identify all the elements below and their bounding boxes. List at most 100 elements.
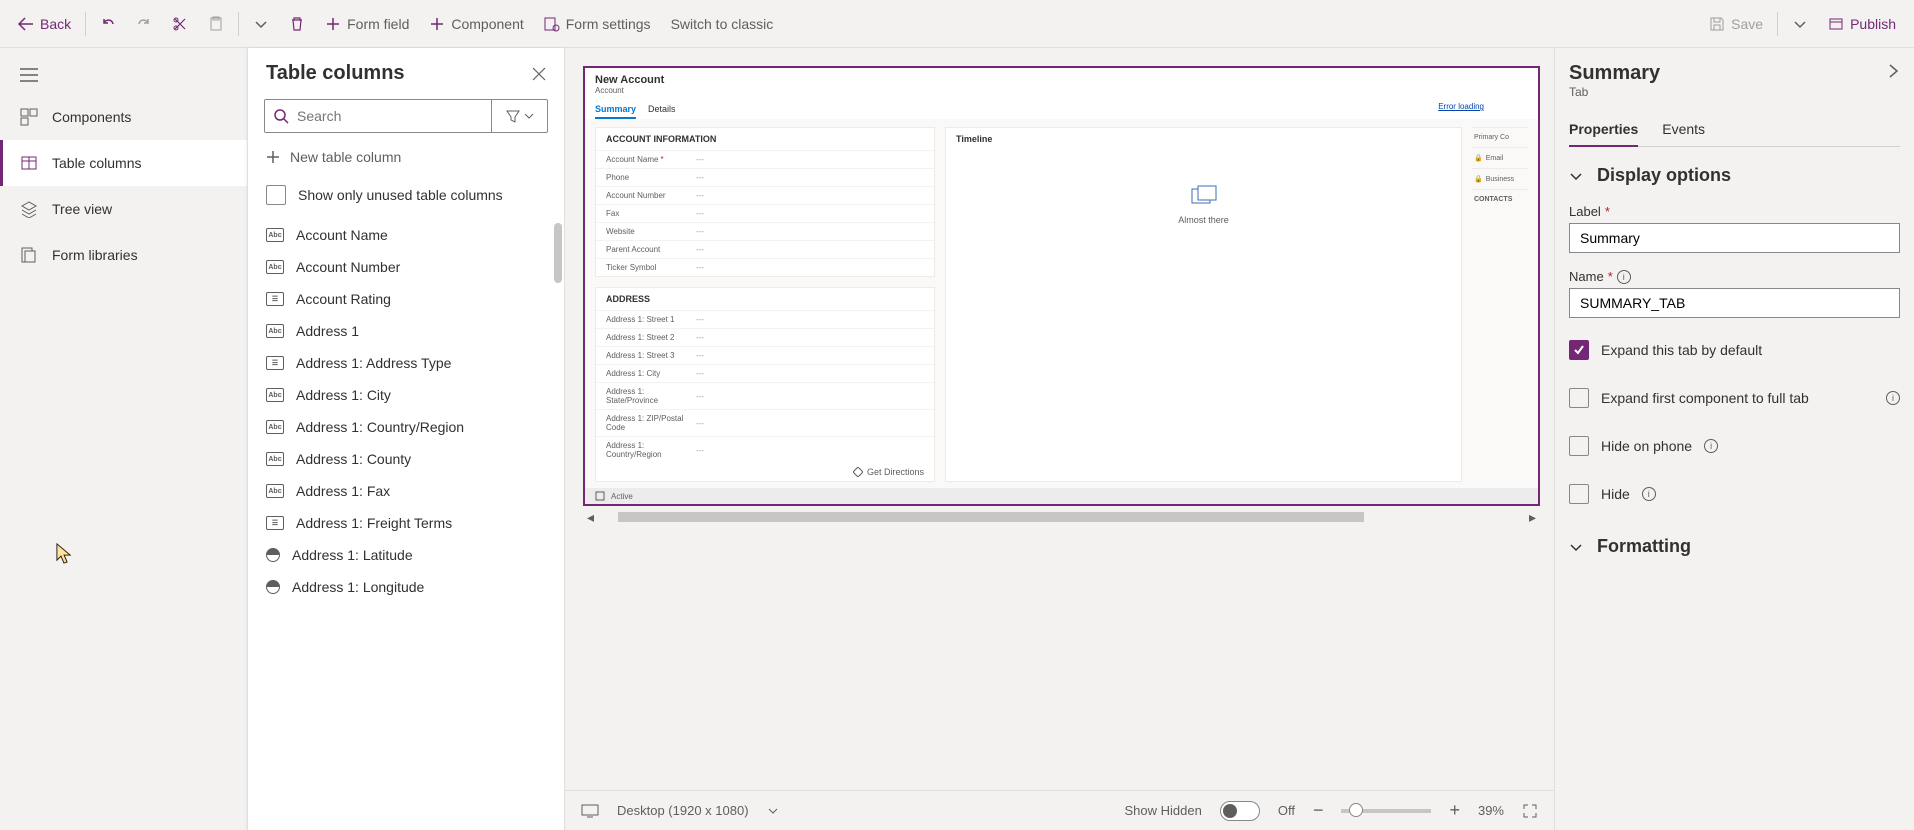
show-unused-checkbox-row[interactable]: Show only unused table columns xyxy=(248,175,564,219)
show-hidden-toggle[interactable] xyxy=(1220,801,1260,821)
mini-row: Primary Co xyxy=(1472,127,1528,147)
checkbox[interactable] xyxy=(1569,436,1589,456)
save-chevron-button[interactable] xyxy=(1782,10,1818,38)
section-address[interactable]: ADDRESS Address 1: Street 1--- Address 1… xyxy=(595,287,935,482)
section-title: ADDRESS xyxy=(596,288,934,310)
expand-default-check[interactable]: Expand this tab by default xyxy=(1569,340,1900,360)
switch-classic-button[interactable]: Switch to classic xyxy=(661,10,784,38)
column-item[interactable]: AbcAddress 1 xyxy=(248,315,564,347)
props-tab-properties[interactable]: Properties xyxy=(1569,113,1638,147)
info-icon[interactable]: i xyxy=(1642,487,1656,501)
zoom-slider[interactable] xyxy=(1341,809,1431,813)
add-form-field-button[interactable]: Form field xyxy=(315,10,419,38)
nav-form-libraries[interactable]: Form libraries xyxy=(0,232,247,278)
expand-first-check[interactable]: Expand first component to full tab i xyxy=(1569,388,1900,408)
field-row[interactable]: Parent Account--- xyxy=(596,240,934,258)
field-row[interactable]: Fax--- xyxy=(596,204,934,222)
checkbox[interactable] xyxy=(1569,484,1589,504)
error-loading-link[interactable]: Error loading xyxy=(1438,102,1484,111)
field-row[interactable]: Account Name*--- xyxy=(596,150,934,168)
add-component-button[interactable]: Component xyxy=(419,10,533,38)
search-input-wrapper[interactable] xyxy=(264,99,492,133)
info-icon[interactable]: i xyxy=(1886,391,1900,405)
form-tab-summary[interactable]: Summary xyxy=(595,101,636,119)
horizontal-scrollbar[interactable]: ◂ ▸ xyxy=(583,510,1540,524)
column-item[interactable]: Address 1: Latitude xyxy=(248,539,564,571)
redo-icon xyxy=(136,16,152,32)
chevron-right-icon[interactable] xyxy=(1886,62,1900,80)
chevron-down-button[interactable] xyxy=(243,10,279,38)
column-item[interactable]: AbcAddress 1: Fax xyxy=(248,475,564,507)
paste-button[interactable] xyxy=(198,10,234,38)
column-list[interactable]: AbcAccount Name AbcAccount Number ☰Accou… xyxy=(248,219,564,830)
publish-button[interactable]: Publish xyxy=(1818,10,1906,38)
get-directions-link[interactable]: Get Directions xyxy=(596,463,934,481)
section-timeline[interactable]: Timeline Almost there xyxy=(945,127,1462,482)
field-row[interactable]: Website--- xyxy=(596,222,934,240)
hamburger-button[interactable] xyxy=(0,56,247,94)
field-row[interactable]: Account Number--- xyxy=(596,186,934,204)
trash-icon xyxy=(289,16,305,32)
scrollbar-thumb[interactable] xyxy=(554,223,562,283)
name-input[interactable] xyxy=(1569,288,1900,318)
undo-button[interactable] xyxy=(90,10,126,38)
column-item[interactable]: ☰Address 1: Freight Terms xyxy=(248,507,564,539)
zoom-in-button[interactable]: + xyxy=(1449,800,1460,821)
column-item[interactable]: AbcAddress 1: Country/Region xyxy=(248,411,564,443)
hide-phone-label: Hide on phone xyxy=(1601,438,1692,454)
field-row[interactable]: Address 1: Country/Region--- xyxy=(596,436,934,463)
checkbox-checked[interactable] xyxy=(1569,340,1589,360)
back-button[interactable]: Back xyxy=(8,10,81,38)
field-row[interactable]: Phone--- xyxy=(596,168,934,186)
scrollbar-thumb[interactable] xyxy=(618,512,1364,522)
new-table-column-button[interactable]: New table column xyxy=(248,139,564,175)
filter-button[interactable] xyxy=(492,99,548,133)
hide-check[interactable]: Hide i xyxy=(1569,484,1900,504)
field-row[interactable]: Address 1: State/Province--- xyxy=(596,382,934,409)
close-icon[interactable] xyxy=(532,67,546,81)
form-tab-details[interactable]: Details xyxy=(648,101,676,119)
display-options-toggle[interactable]: Display options xyxy=(1569,147,1900,196)
status-label: Active xyxy=(611,492,633,501)
label-input[interactable] xyxy=(1569,223,1900,253)
field-row[interactable]: Address 1: Street 1--- xyxy=(596,310,934,328)
field-row[interactable]: Address 1: ZIP/Postal Code--- xyxy=(596,409,934,436)
hide-phone-check[interactable]: Hide on phone i xyxy=(1569,436,1900,456)
column-item[interactable]: ☰Account Rating xyxy=(248,283,564,315)
nav-table-columns[interactable]: Table columns xyxy=(0,140,247,186)
zoom-out-button[interactable]: − xyxy=(1313,800,1324,821)
arrow-left-icon xyxy=(18,16,34,32)
show-unused-checkbox[interactable] xyxy=(266,185,286,205)
zoom-value: 39% xyxy=(1478,803,1504,818)
section-account-info[interactable]: ACCOUNT INFORMATION Account Name*--- Pho… xyxy=(595,127,935,277)
cut-button[interactable] xyxy=(162,10,198,38)
form-settings-button[interactable]: Form settings xyxy=(534,10,661,38)
formatting-toggle[interactable]: Formatting xyxy=(1569,518,1900,567)
name-field-label: Name xyxy=(1569,269,1604,284)
field-row[interactable]: Address 1: City--- xyxy=(596,364,934,382)
form-preview[interactable]: New Account Account Summary Details Erro… xyxy=(583,66,1540,506)
field-row[interactable]: Address 1: Street 2--- xyxy=(596,328,934,346)
column-item[interactable]: ☰Address 1: Address Type xyxy=(248,347,564,379)
column-item[interactable]: Address 1: Longitude xyxy=(248,571,564,603)
search-input[interactable] xyxy=(289,108,483,124)
redo-button[interactable] xyxy=(126,10,162,38)
props-subtitle: Tab xyxy=(1569,85,1660,99)
field-row[interactable]: Ticker Symbol--- xyxy=(596,258,934,276)
save-button[interactable]: Save xyxy=(1699,10,1773,38)
nav-tree-view[interactable]: Tree view xyxy=(0,186,247,232)
nav-components[interactable]: Components xyxy=(0,94,247,140)
chevron-down-icon[interactable] xyxy=(767,805,779,817)
info-icon[interactable]: i xyxy=(1704,439,1718,453)
column-item[interactable]: AbcAccount Number xyxy=(248,251,564,283)
device-label: Desktop (1920 x 1080) xyxy=(617,803,749,818)
delete-button[interactable] xyxy=(279,10,315,38)
fit-to-screen-icon[interactable] xyxy=(1522,803,1538,819)
info-icon[interactable]: i xyxy=(1617,270,1631,284)
column-item[interactable]: AbcAddress 1: City xyxy=(248,379,564,411)
checkbox[interactable] xyxy=(1569,388,1589,408)
props-tab-events[interactable]: Events xyxy=(1662,113,1705,146)
column-item[interactable]: AbcAddress 1: County xyxy=(248,443,564,475)
column-item[interactable]: AbcAccount Name xyxy=(248,219,564,251)
field-row[interactable]: Address 1: Street 3--- xyxy=(596,346,934,364)
